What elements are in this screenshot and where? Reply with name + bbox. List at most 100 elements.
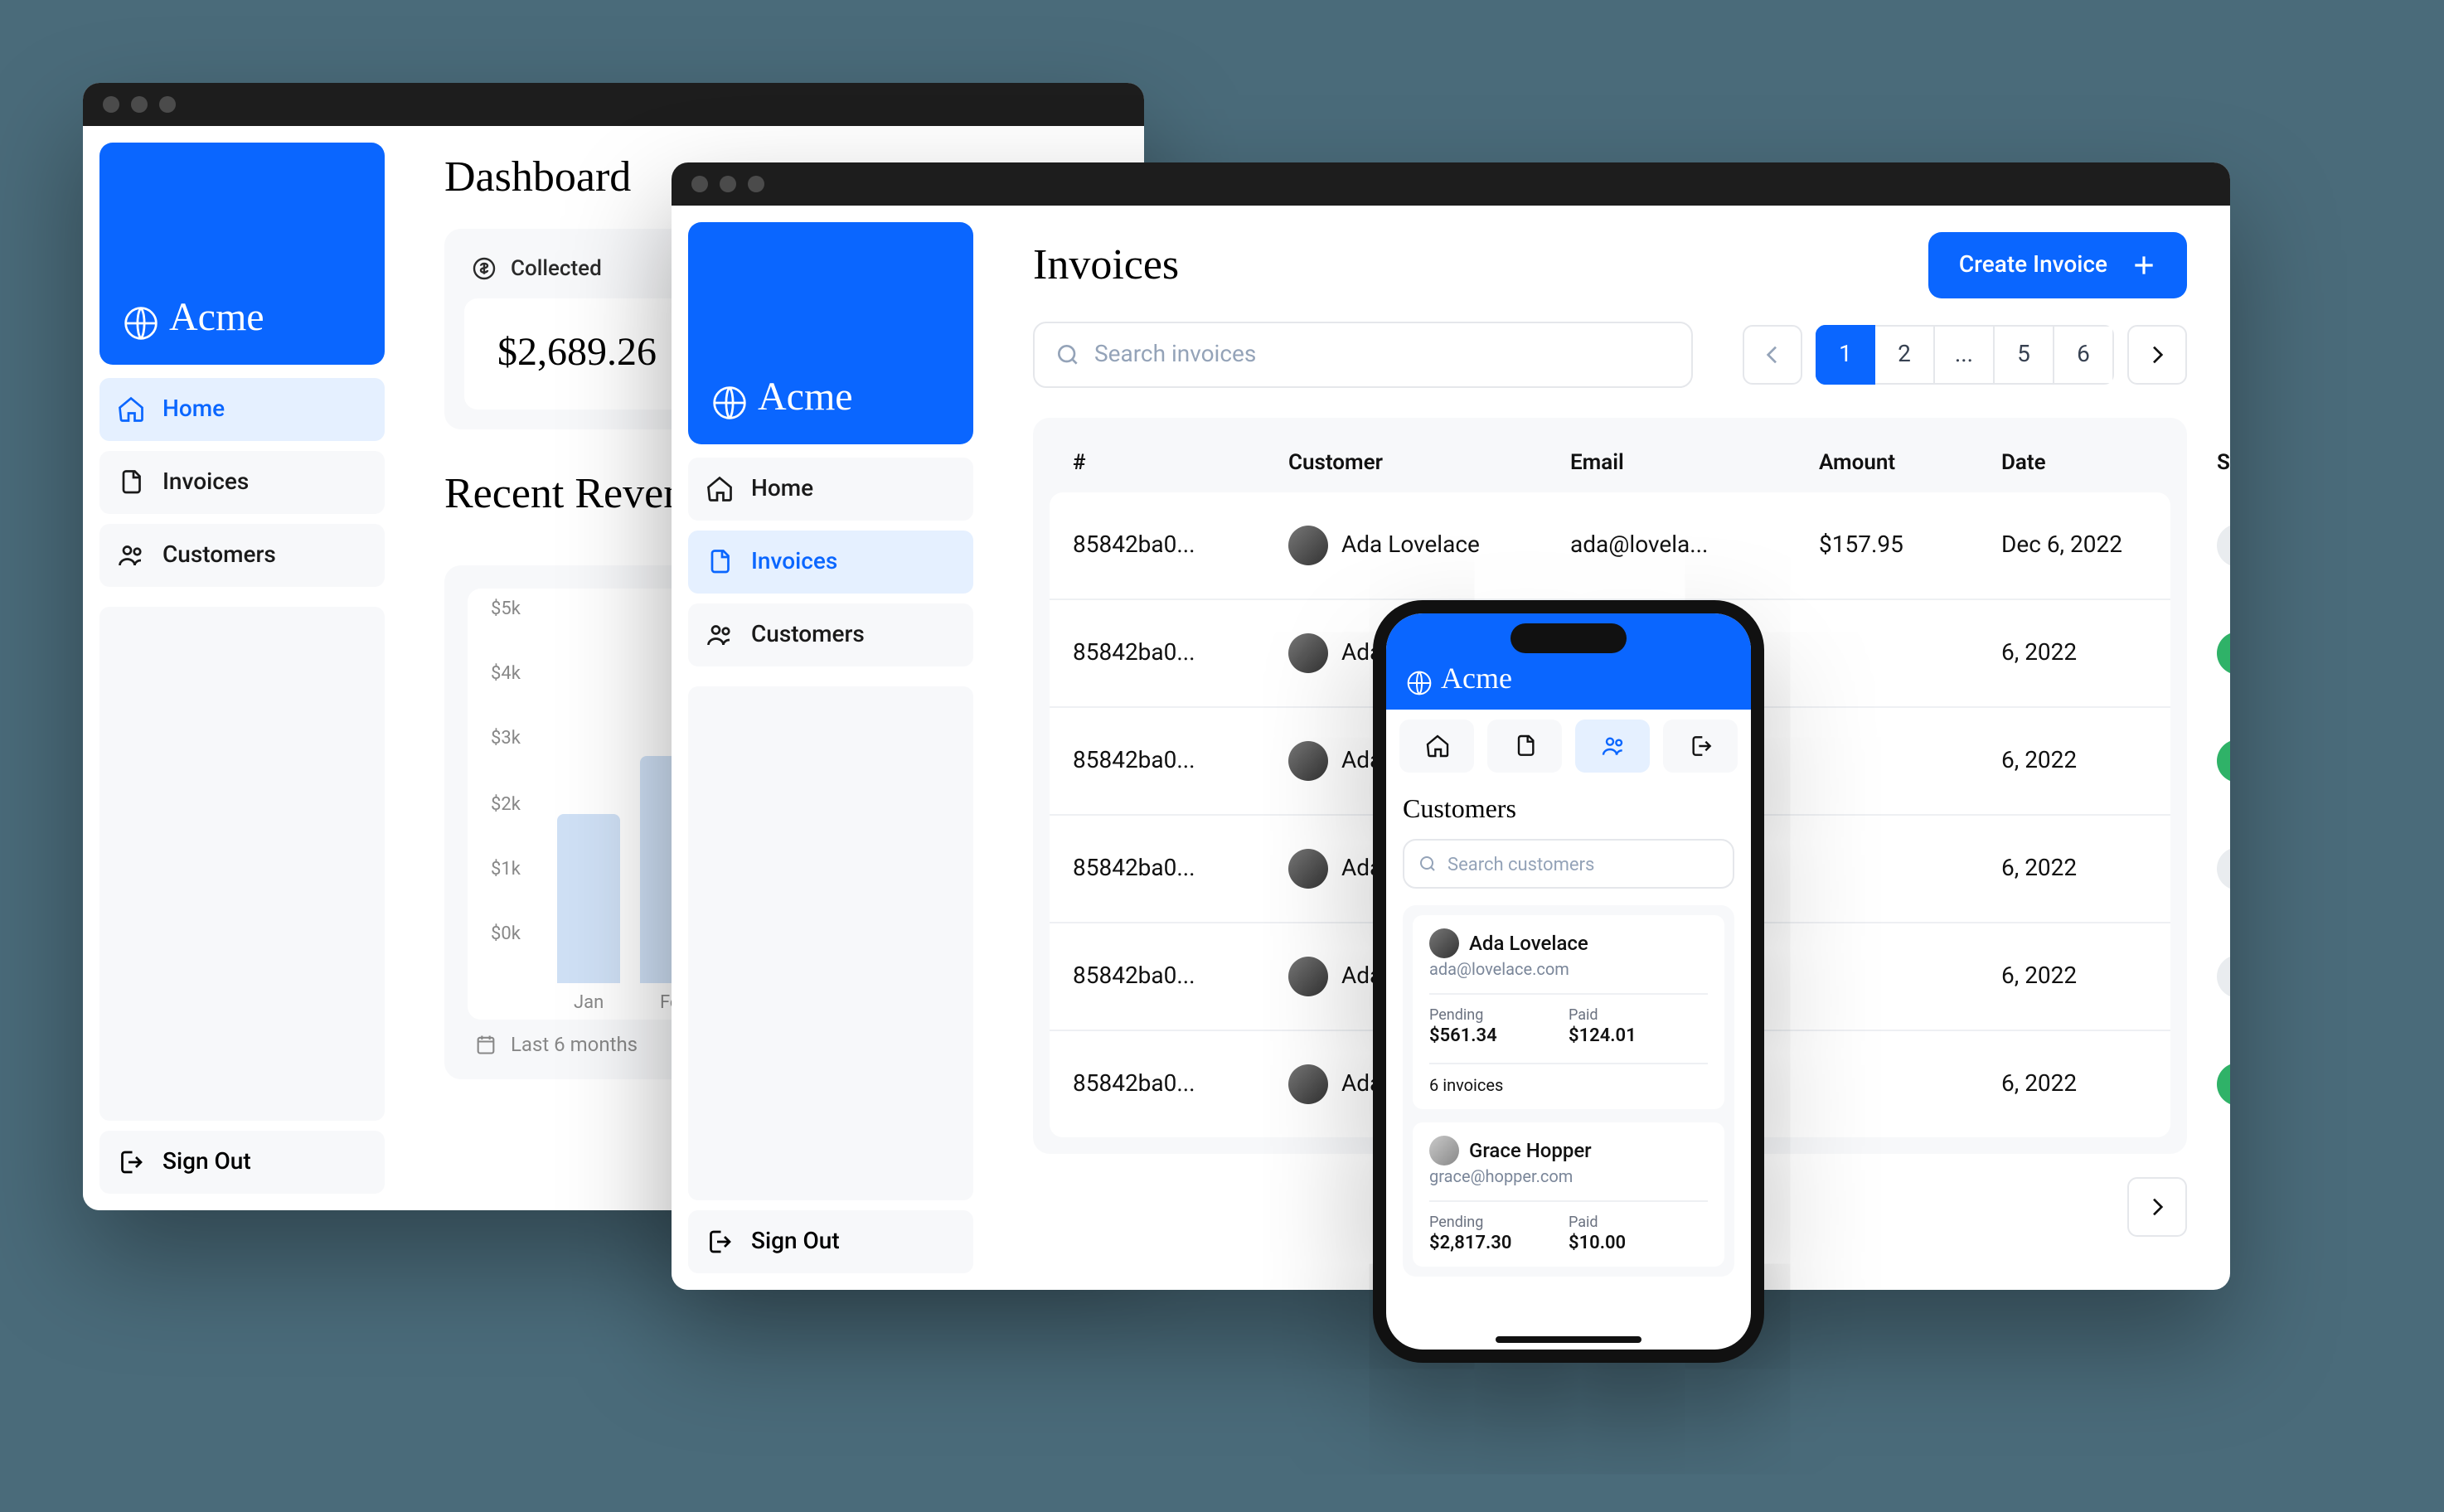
- customer-name: Grace Hopper: [1469, 1139, 1592, 1162]
- globe-icon: [1406, 670, 1441, 696]
- search-input[interactable]: Search invoices: [1033, 322, 1693, 388]
- pagination-next[interactable]: [2127, 325, 2187, 385]
- pagination-page[interactable]: 6: [2054, 325, 2114, 385]
- signout-icon: [705, 1227, 735, 1257]
- mobile-nav-home[interactable]: [1399, 720, 1474, 773]
- status-badge: Pending: [2217, 955, 2230, 998]
- pagination-page[interactable]: 5: [1995, 325, 2054, 385]
- chart-ytick: $4k: [491, 662, 521, 684]
- traffic-light[interactable]: [691, 176, 708, 192]
- chart-footer-label: Last 6 months: [511, 1033, 638, 1056]
- stat-label: Paid: [1569, 1008, 1708, 1025]
- brand-name: Acme: [758, 376, 853, 421]
- avatar: [1288, 741, 1328, 781]
- users-icon: [1599, 733, 1626, 759]
- sidebar-item-customers[interactable]: Customers: [688, 603, 973, 666]
- sidebar-item-invoices[interactable]: Invoices: [99, 451, 385, 514]
- stat-value: $124.01: [1569, 1025, 1708, 1046]
- brand-name: Acme: [169, 297, 264, 342]
- page-title: Invoices: [1033, 240, 1179, 290]
- search-icon: [1055, 342, 1081, 368]
- customer-email: ada@lovelace.com: [1429, 962, 1708, 980]
- sign-out-button[interactable]: Sign Out: [688, 1210, 973, 1273]
- chart-ytick: $1k: [491, 858, 521, 880]
- cell-id: 85842ba0...: [1073, 855, 1288, 882]
- status-badge: Paid: [2217, 632, 2230, 675]
- avatar: [1288, 957, 1328, 996]
- window-titlebar: [672, 162, 2230, 206]
- status-badge: Paid: [2217, 739, 2230, 783]
- cell-id: 85842ba0...: [1073, 640, 1288, 666]
- stat-label: Paid: [1569, 1215, 1708, 1232]
- signout-icon: [116, 1147, 146, 1177]
- documents-icon: [116, 468, 146, 497]
- home-icon: [1423, 733, 1450, 759]
- mobile-nav-invoices[interactable]: [1487, 720, 1562, 773]
- mobile-nav-customers[interactable]: [1575, 720, 1650, 773]
- chart-ytick: $0k: [491, 923, 521, 944]
- avatar: [1288, 849, 1328, 889]
- phone-notch: [1511, 623, 1627, 653]
- home-indicator: [1496, 1336, 1641, 1343]
- sidebar: Acme Home Invoices Customers: [672, 206, 990, 1290]
- status-badge: Pending: [2217, 847, 2230, 890]
- search-icon: [1418, 854, 1438, 874]
- search-placeholder: Search customers: [1447, 853, 1594, 875]
- traffic-light[interactable]: [720, 176, 736, 192]
- search-input[interactable]: Search customers: [1403, 839, 1734, 889]
- pagination-prev[interactable]: [1743, 325, 1802, 385]
- chart-ytick: $5k: [491, 598, 521, 619]
- users-icon: [705, 620, 735, 650]
- brand-logo: Acme: [688, 222, 973, 444]
- sidebar-item-invoices[interactable]: Invoices: [688, 531, 973, 594]
- stat-value: $2,817.30: [1429, 1232, 1569, 1253]
- traffic-light[interactable]: [159, 96, 176, 113]
- customer-email: grace@hopper.com: [1429, 1169, 1708, 1187]
- cell-date: 6, 2022: [2001, 963, 2217, 990]
- stat-value: $10.00: [1569, 1232, 1708, 1253]
- pagination-page[interactable]: ...: [1935, 325, 1995, 385]
- sign-out-button[interactable]: Sign Out: [99, 1131, 385, 1194]
- create-invoice-label: Create Invoice: [1959, 252, 2107, 279]
- mobile-device: Acme Customers Search customers Ada Love…: [1373, 600, 1764, 1363]
- col-id: #: [1073, 451, 1288, 476]
- signout-icon: [1687, 733, 1714, 759]
- traffic-light[interactable]: [131, 96, 148, 113]
- stat-label: Pending: [1429, 1215, 1569, 1232]
- home-icon: [705, 474, 735, 504]
- chart-ytick: $2k: [491, 792, 521, 814]
- cell-id: 85842ba0...: [1073, 963, 1288, 990]
- window-titlebar: [83, 83, 1144, 126]
- cell-amount: $157.95: [1819, 532, 2001, 559]
- status-badge: Paid: [2217, 1063, 2230, 1106]
- customer-card[interactable]: Ada Lovelaceada@lovelace.comPending$561.…: [1413, 915, 1724, 1109]
- col-date: Date: [2001, 451, 2217, 476]
- documents-icon: [705, 547, 735, 577]
- customer-card[interactable]: Grace Hopper grace@hopper.com Pending$2,81…: [1413, 1122, 1724, 1267]
- chart-bar: [557, 814, 620, 983]
- users-icon: [116, 540, 146, 570]
- cell-email: ada@lovela...: [1570, 532, 1819, 559]
- sidebar-item-home[interactable]: Home: [688, 458, 973, 521]
- page-title: Customers: [1403, 796, 1734, 826]
- cell-date: 6, 2022: [2001, 855, 2217, 882]
- invoice-count: 6 invoices: [1429, 1063, 1708, 1096]
- create-invoice-button[interactable]: Create Invoice: [1929, 232, 2187, 298]
- pagination-page[interactable]: 1: [1816, 325, 1875, 385]
- avatar: [1288, 633, 1328, 673]
- mobile-nav-signout[interactable]: [1663, 720, 1738, 773]
- brand-logo: Acme: [99, 143, 385, 365]
- sidebar-item-home[interactable]: Home: [99, 378, 385, 441]
- traffic-light[interactable]: [748, 176, 764, 192]
- customer-name: Ada Lovelace: [1469, 932, 1588, 955]
- stat-label: Pending: [1429, 1008, 1569, 1025]
- traffic-light[interactable]: [103, 96, 119, 113]
- pagination-page[interactable]: 2: [1875, 325, 1935, 385]
- sidebar-item-customers[interactable]: Customers: [99, 524, 385, 587]
- pagination-next[interactable]: [2127, 1177, 2187, 1237]
- avatar: [1288, 526, 1328, 565]
- sidebar-item-label: Customers: [751, 622, 865, 648]
- sidebar-item-label: Customers: [162, 542, 276, 569]
- col-status: Status: [2217, 451, 2230, 476]
- globe-icon: [123, 305, 169, 342]
